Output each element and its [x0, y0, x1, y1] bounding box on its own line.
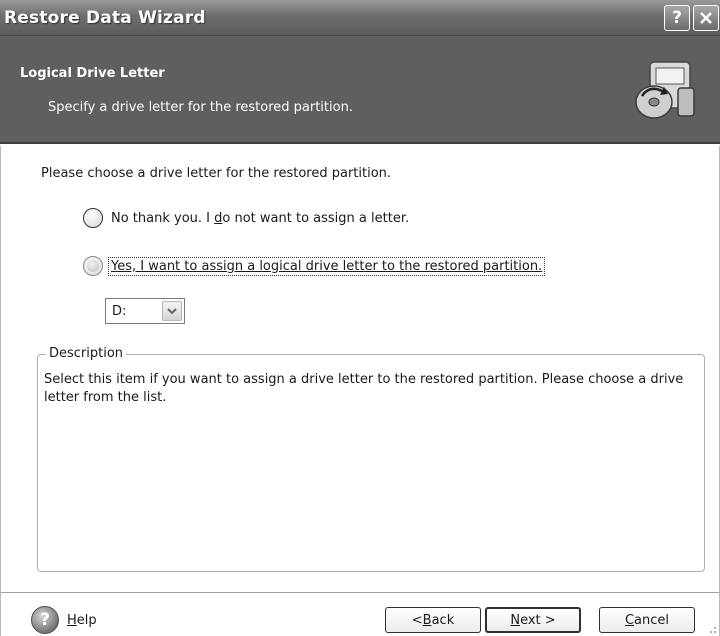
- description-group: Description Select this item if you want…: [37, 346, 705, 572]
- wizard-header: Logical Drive Letter Specify a drive let…: [0, 36, 720, 144]
- close-button[interactable]: [693, 5, 719, 31]
- option-assign-letter-label[interactable]: Yes, I want to assign a logical drive le…: [107, 256, 546, 276]
- radio-no-letter[interactable]: [83, 208, 103, 228]
- window-title: Restore Data Wizard: [4, 8, 206, 28]
- drive-letter-select[interactable]: D:: [105, 298, 185, 324]
- resize-grip-icon[interactable]: [705, 622, 717, 634]
- drive-letter-value: D:: [112, 303, 127, 319]
- option-assign-letter[interactable]: Yes, I want to assign a logical drive le…: [83, 256, 546, 276]
- description-legend: Description: [46, 346, 127, 361]
- close-icon: [700, 12, 712, 24]
- help-title-button[interactable]: ?: [664, 5, 690, 31]
- option-no-letter[interactable]: No thank you. I do not want to assign a …: [83, 208, 411, 228]
- next-button[interactable]: Next >: [485, 607, 581, 633]
- question-mark-icon: ?: [672, 8, 682, 28]
- restore-wizard-icon: [635, 61, 695, 119]
- radio-assign-letter[interactable]: [83, 256, 103, 276]
- radio-selected-dot: [87, 260, 99, 272]
- step-title: Logical Drive Letter: [20, 66, 165, 81]
- help-link[interactable]: ? Help: [31, 606, 97, 634]
- cancel-button[interactable]: Cancel: [599, 607, 695, 633]
- option-no-letter-label[interactable]: No thank you. I do not want to assign a …: [109, 210, 411, 227]
- wizard-footer: ? Help < Back Next > Cancel: [0, 592, 720, 636]
- wizard-content: Please choose a drive letter for the res…: [0, 146, 720, 592]
- back-button[interactable]: < Back: [385, 607, 481, 633]
- description-text: Select this item if you want to assign a…: [44, 372, 684, 405]
- dropdown-button[interactable]: [162, 301, 182, 321]
- title-bar[interactable]: Restore Data Wizard ?: [0, 0, 720, 36]
- help-label[interactable]: Help: [67, 613, 97, 628]
- chevron-down-icon: [167, 308, 177, 315]
- prompt-text: Please choose a drive letter for the res…: [41, 166, 392, 181]
- help-icon[interactable]: ?: [31, 606, 59, 634]
- step-subtitle: Specify a drive letter for the restored …: [48, 100, 353, 115]
